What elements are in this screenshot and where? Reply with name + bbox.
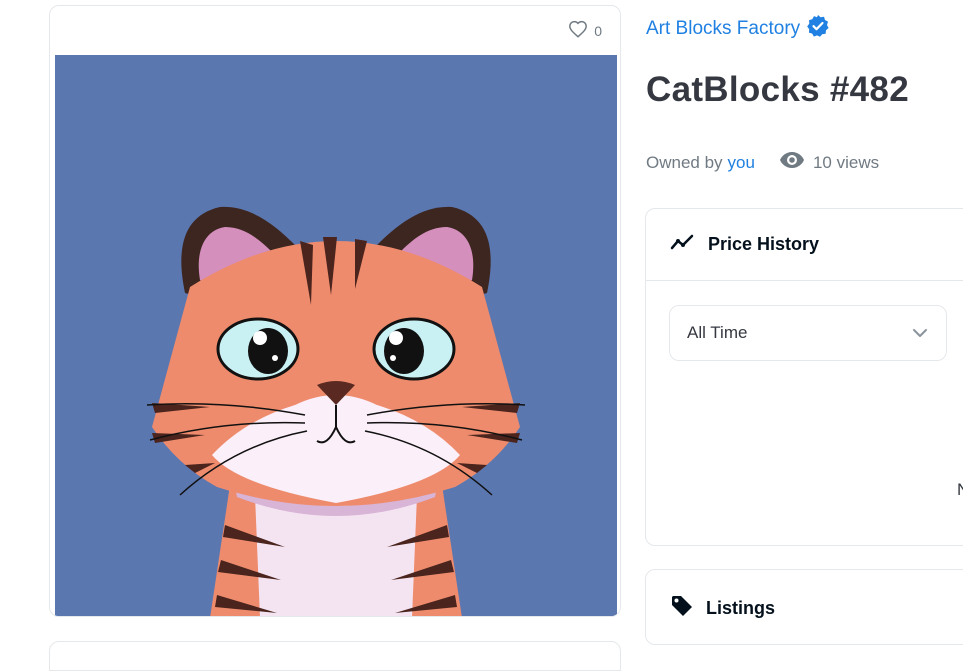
ownership-row: Owned by you 10 views (646, 151, 879, 174)
time-period-value: All Time (687, 323, 748, 342)
verified-badge-icon (806, 14, 830, 43)
price-history-panel: Price History All Time N (645, 208, 963, 546)
owned-by-label: Owned by (646, 152, 723, 172)
chevron-down-icon (912, 323, 928, 343)
time-period-select[interactable]: All Time (669, 305, 947, 361)
item-details-card (49, 641, 621, 671)
collection-row: Art Blocks Factory (646, 14, 830, 43)
artwork-header: 0 (50, 6, 620, 55)
views-count: 10 views (779, 151, 879, 174)
eye-icon (779, 151, 805, 174)
item-title: CatBlocks #482 (646, 70, 909, 109)
owner-link[interactable]: you (728, 153, 755, 173)
views-label: 10 views (812, 152, 880, 172)
listings-panel: Listings (645, 569, 963, 645)
trending-line-icon (670, 233, 696, 256)
favorite-count: 0 (594, 23, 602, 39)
price-history-header[interactable]: Price History (646, 209, 963, 281)
tag-icon (670, 594, 694, 623)
heart-outline-icon (568, 20, 588, 43)
favorite-button[interactable]: 0 (568, 20, 602, 42)
collection-link[interactable]: Art Blocks Factory (646, 18, 800, 40)
no-data-text: N (957, 480, 963, 500)
price-history-title: Price History (708, 234, 820, 254)
listings-header[interactable]: Listings (646, 570, 963, 646)
nft-artwork-image[interactable] (55, 55, 617, 616)
artwork-card: 0 (49, 5, 621, 617)
listings-title: Listings (706, 597, 776, 618)
